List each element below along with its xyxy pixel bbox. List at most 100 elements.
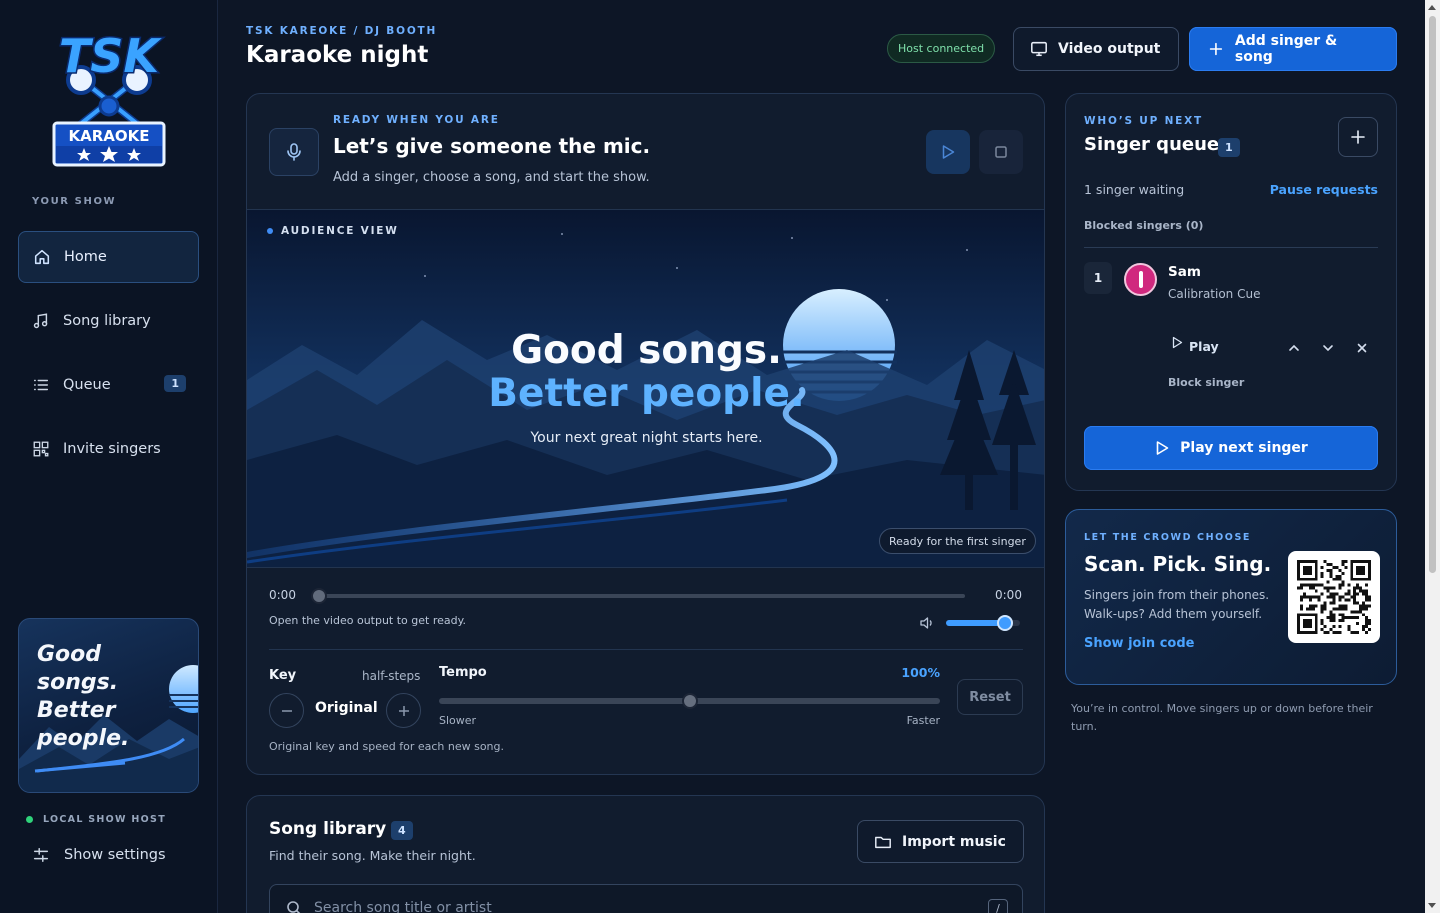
- crowd-title: Scan. Pick. Sing.: [1084, 552, 1272, 576]
- tempo-faster-label: Faster: [906, 714, 940, 727]
- video-output-button[interactable]: Video output: [1013, 27, 1179, 71]
- video-output-label: Video output: [1058, 41, 1161, 57]
- now-playing-eyebrow: READY WHEN YOU ARE: [333, 114, 500, 126]
- song-library-subtitle: Find their song. Make their night.: [269, 848, 476, 863]
- queue-add-button[interactable]: [1338, 117, 1378, 157]
- sidebar-item-label: Queue: [63, 377, 111, 393]
- show-join-code-link[interactable]: Show join code: [1084, 636, 1194, 651]
- search-shortcut-key: /: [988, 899, 1008, 913]
- singer-name: Sam: [1168, 264, 1201, 280]
- song-search-input[interactable]: [314, 897, 954, 913]
- svg-text:KARAOKE: KARAOKE: [68, 127, 149, 145]
- stage-headline-line2: Better people.: [488, 371, 805, 416]
- stop-button[interactable]: [979, 130, 1023, 174]
- queue-count-badge: 1: [1218, 138, 1240, 157]
- song-library-card: Song library 4 Find their song. Make the…: [246, 795, 1045, 913]
- sidebar-item-label: Home: [64, 249, 107, 265]
- song-title: Calibration Cue: [1168, 287, 1261, 301]
- queue-waiting-count: 1 singer waiting: [1084, 182, 1185, 197]
- search-icon: [287, 901, 301, 913]
- key-up-button[interactable]: [386, 693, 421, 728]
- sidebar-item-song-library[interactable]: Song library: [18, 295, 199, 347]
- key-value: Original: [315, 700, 378, 716]
- scroll-up-arrow-icon[interactable]: [1428, 5, 1436, 10]
- controls-divider: [269, 649, 1023, 650]
- page-scrollbar[interactable]: [1425, 0, 1440, 913]
- chevron-up-icon: [1289, 344, 1299, 351]
- playback-progress-knob[interactable]: [311, 588, 327, 604]
- sliders-icon: [33, 847, 49, 863]
- sidebar-item-queue[interactable]: Queue 1: [18, 359, 199, 411]
- now-playing-card: READY WHEN YOU ARE Let’s give someone th…: [246, 93, 1045, 775]
- status-dot: [26, 816, 33, 823]
- play-button[interactable]: [926, 130, 970, 174]
- volume-slider-knob[interactable]: [997, 615, 1014, 631]
- queue-position: 1: [1084, 262, 1112, 294]
- show-settings-link[interactable]: Show settings: [32, 846, 166, 864]
- song-search-field[interactable]: /: [269, 884, 1023, 913]
- audience-dot: [267, 228, 273, 234]
- import-music-label: Import music: [902, 833, 1006, 850]
- now-playing-subtext: Add a singer, choose a song, and start t…: [333, 170, 650, 185]
- qr-code-icon: [33, 441, 49, 457]
- join-code-card: LET THE CROWD CHOOSE Scan. Pick. Sing. S…: [1065, 509, 1397, 685]
- queue-eyebrow: WHO’S UP NEXT: [1084, 115, 1203, 127]
- plus-icon: [1351, 130, 1365, 144]
- playback-progress-track[interactable]: [317, 594, 965, 598]
- reset-button[interactable]: Reset: [957, 679, 1023, 715]
- minus-icon: [281, 709, 292, 712]
- plus-icon: [1209, 42, 1223, 56]
- sidebar-item-invite-singers[interactable]: Invite singers: [18, 423, 199, 475]
- microphone-badge: [269, 128, 319, 176]
- play-icon: [1172, 336, 1183, 349]
- queue-title: Singer queue: [1084, 134, 1220, 155]
- sidebar: TSK KARAOKE YOUR SHOW Home Song library: [0, 0, 218, 913]
- crowd-subtitle: Singers join from their phones. Walk-ups…: [1084, 588, 1270, 621]
- promo-card: Good songs. Better people.: [18, 618, 199, 793]
- play-icon: [942, 145, 955, 159]
- remove-singer-button[interactable]: [1348, 334, 1376, 362]
- microphone-icon: [287, 143, 301, 161]
- key-tempo-note: Original key and speed for each new song…: [269, 740, 505, 753]
- svg-text:TSK: TSK: [59, 29, 163, 83]
- key-down-button[interactable]: [269, 693, 304, 728]
- block-singer-link[interactable]: Block singer: [1168, 376, 1244, 389]
- host-status-label: LOCAL SHOW HOST: [43, 814, 166, 825]
- play-next-singer-button[interactable]: Play next singer: [1084, 426, 1378, 470]
- sidebar-item-label: Song library: [63, 313, 151, 329]
- folder-icon: [875, 836, 891, 848]
- tempo-slider-knob[interactable]: [681, 693, 698, 709]
- play-next-singer-label: Play next singer: [1180, 440, 1308, 456]
- import-music-button[interactable]: Import music: [857, 820, 1024, 863]
- tempo-slower-label: Slower: [439, 714, 477, 727]
- play-icon: [1156, 441, 1169, 455]
- tempo-value: 100%: [901, 665, 940, 680]
- your-show-section-label: YOUR SHOW: [32, 196, 117, 207]
- avatar: [1124, 263, 1157, 296]
- stage-headline-line1: Good songs.: [511, 328, 782, 373]
- show-settings-label: Show settings: [64, 847, 166, 863]
- singer-queue-card: WHO’S UP NEXT Singer queue 1 1 singer wa…: [1065, 93, 1397, 491]
- add-singer-song-button[interactable]: Add singer & song: [1189, 27, 1397, 71]
- audience-view-text: AUDIENCE VIEW: [281, 225, 399, 237]
- now-playing-headline: Let’s give someone the mic.: [333, 134, 651, 158]
- sidebar-item-home[interactable]: Home: [18, 231, 199, 283]
- chevron-down-icon: [1323, 345, 1333, 352]
- tsk-karaoke-logo[interactable]: TSK KARAOKE: [36, 28, 182, 170]
- page-title: Karaoke night: [246, 42, 429, 68]
- scroll-down-arrow-icon[interactable]: [1428, 903, 1436, 908]
- move-down-button[interactable]: [1314, 334, 1342, 362]
- blocked-singers-link[interactable]: Blocked singers (0): [1084, 219, 1203, 232]
- volume-icon[interactable]: [919, 615, 935, 631]
- add-singer-song-label: Add singer & song: [1234, 33, 1338, 65]
- scroll-thumb[interactable]: [1429, 16, 1436, 573]
- pause-requests-link[interactable]: Pause requests: [1270, 182, 1378, 197]
- crowd-eyebrow: LET THE CROWD CHOOSE: [1084, 532, 1251, 543]
- queue-count-badge: 1: [164, 375, 186, 392]
- join-qr-code[interactable]: [1288, 551, 1380, 643]
- connection-status-badge: Host connected: [887, 34, 996, 63]
- queue-play-button[interactable]: Play: [1172, 336, 1219, 354]
- move-up-button[interactable]: [1280, 334, 1308, 362]
- stage-tagline: Your next great night starts here.: [530, 430, 763, 446]
- tempo-label: Tempo: [439, 665, 487, 680]
